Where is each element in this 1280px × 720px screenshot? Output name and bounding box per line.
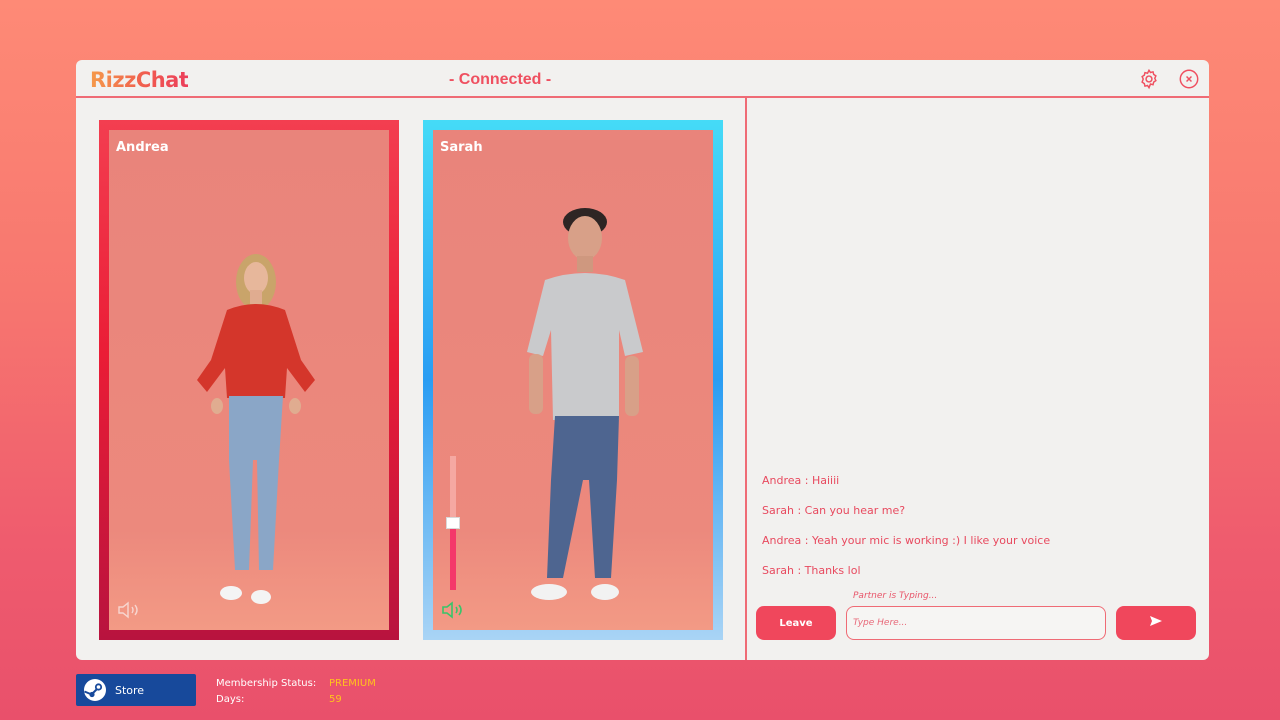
leave-button[interactable]: Leave bbox=[756, 606, 836, 640]
avatar bbox=[197, 254, 315, 604]
chat-log: Andrea : Haiiii Sarah : Can you hear me?… bbox=[762, 475, 1192, 595]
volume-slider[interactable] bbox=[446, 456, 460, 590]
participant-name: Sarah bbox=[440, 140, 483, 155]
video-feed-andrea: Andrea bbox=[109, 130, 389, 630]
close-icon[interactable] bbox=[1178, 68, 1200, 90]
connection-status: - Connected - bbox=[449, 71, 552, 88]
days-value: 59 bbox=[329, 694, 342, 705]
send-button[interactable] bbox=[1116, 606, 1196, 640]
app-window: RizzChat - Connected - Andrea Sarah Andr… bbox=[76, 60, 1209, 660]
membership-values: PREMIUM 59 bbox=[329, 676, 376, 708]
membership-labels: Membership Status: Days: bbox=[216, 676, 316, 708]
chat-message: Sarah : Thanks lol bbox=[762, 564, 861, 577]
membership-status-label: Membership Status: bbox=[216, 678, 317, 689]
gear-icon[interactable] bbox=[1138, 68, 1160, 90]
app-logo: RizzChat bbox=[90, 68, 189, 92]
days-label: Days: bbox=[216, 694, 245, 705]
video-tile-sarah: Sarah bbox=[423, 120, 723, 640]
chat-message: Sarah : Can you hear me? bbox=[762, 504, 906, 517]
volume-slider-fill bbox=[450, 523, 456, 590]
chat-message: Andrea : Yeah your mic is working :) I l… bbox=[762, 534, 1051, 547]
participant-name: Andrea bbox=[116, 140, 169, 155]
video-tile-andrea: Andrea bbox=[99, 120, 399, 640]
panel-divider bbox=[745, 98, 747, 660]
speaker-icon[interactable] bbox=[117, 600, 143, 620]
store-button[interactable]: Store bbox=[76, 674, 196, 706]
avatar bbox=[527, 208, 643, 600]
store-label: Store bbox=[115, 684, 145, 697]
speaker-icon[interactable] bbox=[441, 600, 467, 620]
typing-indicator: Partner is Typing... bbox=[853, 591, 938, 601]
membership-status-value: PREMIUM bbox=[329, 678, 376, 689]
chat-message: Andrea : Haiiii bbox=[762, 474, 840, 487]
chat-input[interactable] bbox=[846, 606, 1106, 640]
video-feed-sarah: Sarah bbox=[433, 130, 713, 630]
volume-slider-thumb[interactable] bbox=[446, 517, 460, 529]
title-bar: RizzChat - Connected - bbox=[76, 60, 1209, 98]
send-icon bbox=[1149, 615, 1163, 631]
steam-icon bbox=[83, 678, 107, 702]
